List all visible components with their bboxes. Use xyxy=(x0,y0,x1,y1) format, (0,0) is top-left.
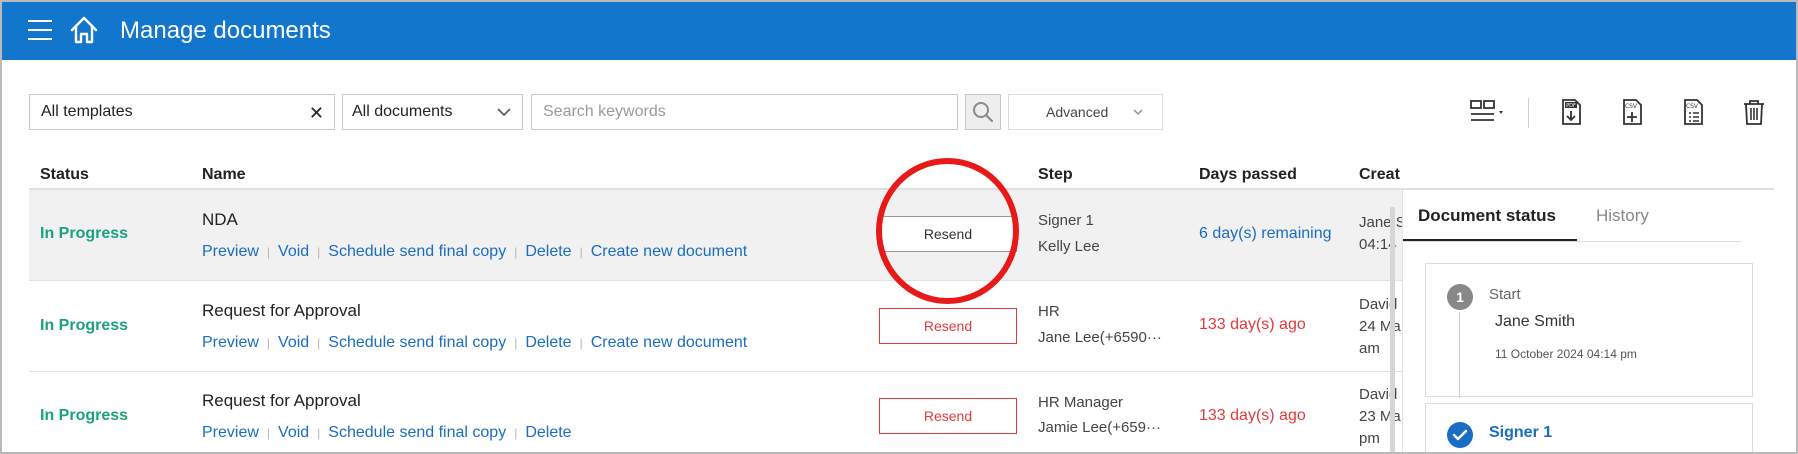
row-actions: Preview | Void | Schedule send final copy | De… xyxy=(202,243,748,260)
csv-add-icon[interactable]: CSV xyxy=(1616,96,1648,128)
trash-icon[interactable] xyxy=(1738,96,1770,128)
row-actions: Preview | Void | Schedule send final copy | De… xyxy=(202,334,748,351)
template-filter[interactable]: All templates ✕ xyxy=(29,94,335,130)
grid-view-icon[interactable] xyxy=(1468,96,1508,128)
column-header-status[interactable]: Status xyxy=(40,166,89,184)
void-link[interactable]: Void xyxy=(278,424,309,441)
step-name: HR Manager xyxy=(1038,394,1124,411)
check-circle-icon xyxy=(1447,422,1473,448)
chevron-down-icon xyxy=(1133,109,1143,115)
days-passed: 133 day(s) ago xyxy=(1199,316,1306,333)
column-header-name[interactable]: Name xyxy=(202,166,246,184)
created-info: Jane S 04:14 xyxy=(1359,212,1402,256)
preview-link[interactable]: Preview xyxy=(202,334,259,351)
timeline-line xyxy=(1459,312,1460,398)
step-number-badge: 1 xyxy=(1447,284,1473,310)
search-icon xyxy=(973,102,994,123)
delete-link[interactable]: Delete xyxy=(525,334,571,351)
document-name[interactable]: Request for Approval xyxy=(202,391,361,411)
created-line: Jane S xyxy=(1359,214,1402,231)
days-passed: 6 day(s) remaining xyxy=(1199,225,1332,242)
search-input[interactable] xyxy=(543,103,943,121)
schedule-send-final-copy-link[interactable]: Schedule send final copy xyxy=(328,424,506,441)
step-card-start: 1 Start Jane Smith 11 October 2024 04:14… xyxy=(1425,263,1753,398)
document-filter-value: All documents xyxy=(352,103,453,120)
svg-text:CSV: CSV xyxy=(1686,103,1699,110)
template-filter-value: All templates xyxy=(41,103,133,120)
resend-button[interactable]: Resend xyxy=(879,398,1017,434)
step-label: Start xyxy=(1489,286,1521,303)
highlight-circle xyxy=(876,158,1019,304)
svg-text:PDF: PDF xyxy=(1566,103,1576,109)
advanced-button[interactable]: Advanced xyxy=(1008,94,1163,130)
step-person: Jamie Lee(+659··· xyxy=(1038,419,1161,436)
tab-history[interactable]: History xyxy=(1596,206,1649,226)
hamburger-menu-icon[interactable] xyxy=(28,20,52,42)
tab-document-status[interactable]: Document status xyxy=(1418,206,1556,226)
void-link[interactable]: Void xyxy=(278,243,309,260)
days-passed: 133 day(s) ago xyxy=(1199,407,1306,424)
svg-text:CSV: CSV xyxy=(1625,103,1638,110)
column-header-step[interactable]: Step xyxy=(1038,166,1073,184)
table-scrollbar[interactable] xyxy=(1390,207,1395,452)
document-status-panel: Document status History 1 Start Jane Smi… xyxy=(1402,190,1774,452)
pdf-download-icon[interactable]: PDF xyxy=(1555,96,1587,128)
table-row[interactable]: In Progress NDA Preview | Void | Schedule se… xyxy=(29,190,1402,281)
schedule-send-final-copy-link[interactable]: Schedule send final copy xyxy=(328,334,506,351)
step-label[interactable]: Signer 1 xyxy=(1489,424,1552,442)
created-line: 04:14 xyxy=(1359,236,1397,253)
preview-link[interactable]: Preview xyxy=(202,424,259,441)
chevron-down-icon xyxy=(497,108,511,117)
top-bar: Manage documents xyxy=(2,2,1796,60)
table-row[interactable]: In Progress Request for Approval Preview… xyxy=(29,372,1402,452)
void-link[interactable]: Void xyxy=(278,334,309,351)
status-badge: In Progress xyxy=(40,225,129,242)
document-name[interactable]: NDA xyxy=(202,210,238,230)
advanced-label: Advanced xyxy=(1046,104,1109,120)
csv-list-icon[interactable]: CSV xyxy=(1677,96,1709,128)
resend-button[interactable]: Resend xyxy=(879,308,1017,344)
schedule-send-final-copy-link[interactable]: Schedule send final copy xyxy=(328,243,506,260)
column-header-created[interactable]: Creat xyxy=(1359,166,1400,184)
toolbar-divider xyxy=(1528,98,1529,128)
app-window: Manage documents All templates ✕ All doc… xyxy=(0,0,1798,454)
step-name: HR xyxy=(1038,303,1060,320)
create-new-document-link[interactable]: Create new document xyxy=(591,243,748,260)
panel-tabs: Document status History xyxy=(1403,190,1741,242)
search-button[interactable] xyxy=(965,94,1001,130)
status-badge: In Progress xyxy=(40,407,129,424)
column-header-days-passed[interactable]: Days passed xyxy=(1199,166,1297,184)
preview-link[interactable]: Preview xyxy=(202,243,259,260)
step-name: Signer 1 xyxy=(1038,212,1094,229)
step-card-signer: Signer 1 xyxy=(1425,403,1753,452)
table-row[interactable]: In Progress Request for Approval Preview… xyxy=(29,281,1402,372)
document-name[interactable]: Request for Approval xyxy=(202,301,361,321)
step-person: Kelly Lee xyxy=(1038,238,1100,255)
create-new-document-link[interactable]: Create new document xyxy=(591,334,748,351)
step-person: Jane Lee(+6590··· xyxy=(1038,329,1162,346)
home-icon[interactable] xyxy=(68,14,100,46)
document-filter-select[interactable]: All documents xyxy=(342,94,523,130)
row-actions: Preview | Void | Schedule send final copy | De… xyxy=(202,424,572,441)
search-field[interactable] xyxy=(531,94,958,130)
clear-icon[interactable]: ✕ xyxy=(309,103,324,124)
step-date: 11 October 2024 04:14 pm xyxy=(1495,347,1637,361)
delete-link[interactable]: Delete xyxy=(525,424,571,441)
delete-link[interactable]: Delete xyxy=(525,243,571,260)
page-title: Manage documents xyxy=(120,17,331,44)
active-tab-indicator xyxy=(1403,239,1577,241)
status-badge: In Progress xyxy=(40,317,129,334)
step-person: Jane Smith xyxy=(1495,313,1576,330)
